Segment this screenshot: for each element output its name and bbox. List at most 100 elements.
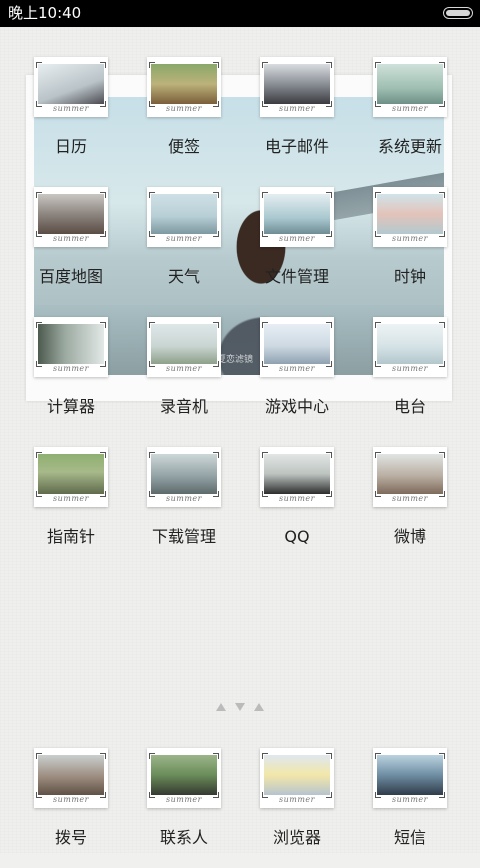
app-photo xyxy=(151,755,217,795)
app-label: 电台 xyxy=(393,397,426,416)
app-photo xyxy=(377,194,443,234)
photo-corner xyxy=(36,452,42,458)
photo-tag: summer xyxy=(392,104,428,113)
photo-tag: summer xyxy=(279,364,315,373)
page-indicator-right-icon xyxy=(254,703,264,711)
app-label: 拨号 xyxy=(54,828,87,847)
app-notes[interactable]: summer 便签 xyxy=(129,57,239,177)
app-photo xyxy=(38,194,104,234)
app-label: 短信 xyxy=(393,828,426,847)
app-calendar[interactable]: summer 日历 xyxy=(16,57,126,177)
app-download-manager[interactable]: summer 下载管理 xyxy=(129,447,239,567)
app-photo xyxy=(264,454,330,494)
page-indicator[interactable] xyxy=(216,701,264,715)
app-calculator[interactable]: summer 计算器 xyxy=(16,317,126,437)
phone-icon: summer xyxy=(34,748,108,808)
radio-icon: summer xyxy=(373,317,447,377)
photo-corner xyxy=(262,322,268,328)
app-radio[interactable]: summer 电台 xyxy=(355,317,465,437)
app-photo xyxy=(264,324,330,364)
app-label: 便签 xyxy=(167,137,200,156)
photo-corner xyxy=(262,753,268,759)
photo-tag: summer xyxy=(53,364,89,373)
app-label: 联系人 xyxy=(159,828,208,847)
app-photo xyxy=(151,454,217,494)
photo-corner xyxy=(213,322,219,328)
app-label: 百度地图 xyxy=(38,267,103,286)
photo-tag: summer xyxy=(53,104,89,113)
photo-tag: summer xyxy=(53,234,89,243)
app-compass[interactable]: summer 指南针 xyxy=(16,447,126,567)
app-clock[interactable]: summer 时钟 xyxy=(355,187,465,307)
app-recorder[interactable]: summer 录音机 xyxy=(129,317,239,437)
download-manager-icon: summer xyxy=(147,447,221,507)
app-photo xyxy=(151,64,217,104)
photo-corner xyxy=(262,452,268,458)
app-map[interactable]: summer 百度地图 xyxy=(16,187,126,307)
weather-icon: summer xyxy=(147,187,221,247)
photo-corner xyxy=(100,452,106,458)
photo-corner xyxy=(439,192,445,198)
app-label: 下载管理 xyxy=(151,527,216,546)
photo-corner xyxy=(36,322,42,328)
app-photo xyxy=(38,324,104,364)
app-photo xyxy=(377,64,443,104)
app-label: 天气 xyxy=(167,267,200,286)
photo-corner xyxy=(262,192,268,198)
app-weibo[interactable]: summer 微博 xyxy=(355,447,465,567)
photo-corner xyxy=(326,192,332,198)
app-photo xyxy=(38,454,104,494)
dock-phone[interactable]: summer 拨号 xyxy=(16,748,126,868)
app-email[interactable]: summer 电子邮件 xyxy=(242,57,352,177)
app-game-center[interactable]: summer 游戏中心 xyxy=(242,317,352,437)
photo-corner xyxy=(326,753,332,759)
photo-corner xyxy=(375,322,381,328)
app-photo xyxy=(377,324,443,364)
photo-tag: summer xyxy=(279,234,315,243)
photo-corner xyxy=(375,452,381,458)
photo-corner xyxy=(326,62,332,68)
app-label: 浏览器 xyxy=(272,828,321,847)
photo-corner xyxy=(439,62,445,68)
contacts-icon: summer xyxy=(147,748,221,808)
photo-tag: summer xyxy=(166,234,202,243)
app-label: 日历 xyxy=(54,137,87,156)
app-label: 计算器 xyxy=(46,397,95,416)
photo-tag: summer xyxy=(279,494,315,503)
photo-corner xyxy=(149,452,155,458)
photo-corner xyxy=(149,753,155,759)
photo-tag: summer xyxy=(279,795,315,804)
photo-corner xyxy=(439,452,445,458)
app-label: 游戏中心 xyxy=(264,397,329,416)
calendar-icon: summer xyxy=(34,57,108,117)
dock-contacts[interactable]: summer 联系人 xyxy=(129,748,239,868)
dock-messages[interactable]: summer 短信 xyxy=(355,748,465,868)
app-label: 时钟 xyxy=(393,267,426,286)
app-weather[interactable]: summer 天气 xyxy=(129,187,239,307)
dock-browser[interactable]: summer 浏览器 xyxy=(242,748,352,868)
app-label: 录音机 xyxy=(159,397,208,416)
app-qq[interactable]: summer QQ xyxy=(242,447,352,567)
system-update-icon: summer xyxy=(373,57,447,117)
browser-icon: summer xyxy=(260,748,334,808)
photo-corner xyxy=(100,62,106,68)
app-photo xyxy=(151,194,217,234)
app-label: QQ xyxy=(284,527,310,546)
photo-corner xyxy=(149,322,155,328)
photo-corner xyxy=(36,62,42,68)
photo-corner xyxy=(149,62,155,68)
app-photo xyxy=(264,194,330,234)
map-icon: summer xyxy=(34,187,108,247)
app-file-manager[interactable]: summer 文件管理 xyxy=(242,187,352,307)
photo-corner xyxy=(326,322,332,328)
photo-corner xyxy=(262,62,268,68)
battery-icon xyxy=(443,7,473,19)
app-photo xyxy=(377,454,443,494)
app-system-update[interactable]: summer 系统更新 xyxy=(355,57,465,177)
photo-tag: summer xyxy=(392,494,428,503)
app-label: 系统更新 xyxy=(377,137,442,156)
photo-tag: summer xyxy=(392,234,428,243)
photo-tag: summer xyxy=(53,795,89,804)
app-photo xyxy=(264,755,330,795)
photo-corner xyxy=(149,192,155,198)
